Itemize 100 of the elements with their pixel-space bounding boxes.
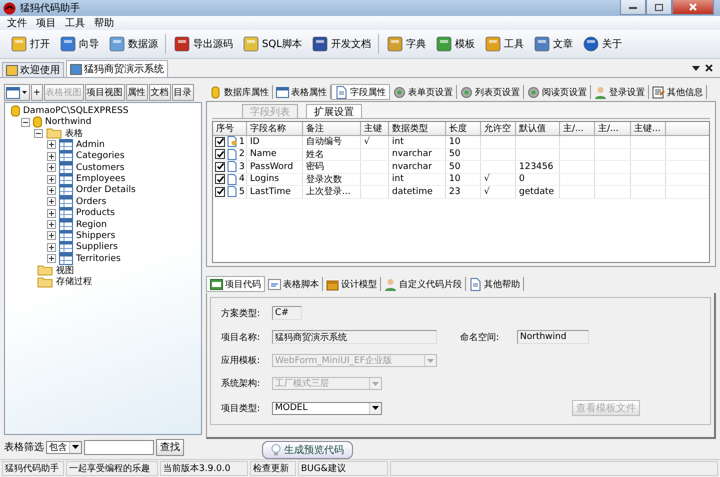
document-tab[interactable]: 欢迎使用 — [2, 62, 64, 77]
toolbar-button[interactable]: 关于 — [578, 32, 626, 56]
view-button[interactable]: 项目视图 — [84, 84, 125, 101]
toolbar-button[interactable]: SQL脚本 — [238, 32, 306, 56]
tree-item[interactable]: 存储过程 — [56, 275, 92, 288]
property-tab[interactable]: 登录设置 — [591, 85, 649, 99]
status-text[interactable]: 检查更新 — [250, 461, 296, 476]
tree-item[interactable]: Order Details — [76, 185, 136, 196]
tree-item[interactable]: Products — [76, 208, 115, 218]
tree-item[interactable]: DamaoPC\SQLEXPRESS — [23, 106, 128, 116]
tree-item[interactable]: Categories — [76, 151, 125, 162]
dropdown-icon[interactable] — [692, 66, 700, 72]
toolbar-button[interactable]: 导出源码 — [169, 32, 237, 56]
tree-item[interactable]: Territories — [76, 254, 121, 264]
expand-icon[interactable] — [47, 220, 56, 230]
status-text[interactable]: BUG&建议 — [298, 461, 388, 476]
view-button[interactable]: 属性 — [126, 84, 148, 101]
expand-icon[interactable] — [47, 231, 56, 240]
view-button[interactable]: 文档 — [148, 84, 171, 101]
generate-preview-button[interactable]: 生成预览代码 — [262, 441, 353, 459]
column-header[interactable]: 默认值 — [516, 122, 560, 135]
tree-item[interactable]: Shippers — [76, 230, 116, 241]
scheme-field[interactable]: C# — [272, 306, 302, 320]
code-tab[interactable]: 项目代码 — [206, 276, 265, 292]
project-type-dropdown[interactable]: MODEL — [272, 402, 382, 415]
column-header[interactable]: 序号 — [213, 122, 247, 135]
property-tab[interactable]: 数据库属性 — [206, 85, 273, 99]
tree-item[interactable]: Customers — [76, 162, 124, 173]
toolbar-button[interactable]: 打开 — [6, 32, 54, 56]
property-tab[interactable]: 字段属性 — [331, 84, 390, 100]
table-icon — [59, 218, 73, 231]
toolbar-button[interactable]: 向导 — [55, 32, 103, 56]
expand-icon[interactable] — [47, 174, 56, 184]
menu-item[interactable]: 帮助 — [91, 16, 117, 30]
property-tab[interactable]: 列表页设置 — [457, 85, 524, 99]
tree-item[interactable]: 表格 — [65, 126, 83, 140]
document-tab[interactable]: 猛犸商贸演示系统 — [66, 60, 168, 77]
expand-icon[interactable] — [47, 152, 56, 161]
filter-input[interactable] — [84, 440, 154, 454]
toolbar-button[interactable]: 开发文档 — [306, 32, 375, 56]
column-header[interactable]: 主/... — [595, 122, 631, 135]
property-tab[interactable]: 阅读页设置 — [524, 85, 591, 99]
filter-mode-dropdown[interactable]: 包含 — [46, 440, 82, 454]
view-menu-button[interactable] — [4, 84, 30, 101]
project-name-field[interactable]: 猛犸商贸演示系统 — [272, 330, 437, 344]
collapse-icon[interactable] — [21, 118, 30, 127]
toolbar-icon — [108, 35, 126, 53]
tree-item[interactable]: Admin — [76, 140, 105, 150]
checkbox[interactable] — [215, 174, 225, 184]
collapse-icon[interactable] — [34, 128, 43, 138]
property-tab[interactable]: 其他信息 — [649, 85, 707, 99]
close-icon[interactable] — [705, 64, 713, 72]
column-header[interactable]: 备注 — [303, 122, 361, 135]
property-tab[interactable]: 表格属性 — [273, 85, 331, 99]
toolbar-button[interactable]: 工具 — [480, 32, 528, 56]
property-tab[interactable]: 表单页设置 — [390, 85, 457, 99]
expand-icon[interactable] — [47, 254, 56, 264]
code-tab[interactable]: 表格脚本 — [265, 277, 323, 292]
view-button[interactable]: + — [31, 84, 43, 101]
tree-item[interactable]: Suppliers — [76, 242, 118, 252]
close-button[interactable] — [672, 0, 714, 15]
toolbar-button[interactable]: 模板 — [430, 32, 479, 56]
checkbox[interactable] — [215, 162, 225, 172]
expand-icon[interactable] — [47, 197, 56, 206]
toolbar-button[interactable]: 字典 — [382, 32, 430, 56]
code-tab[interactable]: 其他帮助 — [466, 277, 524, 292]
column-header[interactable]: 数据类型 — [389, 122, 446, 135]
menu-item[interactable]: 工具 — [62, 16, 88, 30]
checkbox[interactable] — [215, 186, 225, 197]
menu-item[interactable]: 项目 — [33, 16, 59, 30]
code-tab[interactable]: 自定义代码片段 — [381, 277, 466, 292]
tree-item[interactable]: Employees — [76, 174, 126, 184]
column-header[interactable]: 主键 — [361, 122, 389, 135]
tree-item[interactable]: 视图 — [56, 264, 74, 277]
expand-icon[interactable] — [47, 186, 56, 195]
view-button[interactable]: 目录 — [172, 84, 194, 101]
sub-tab[interactable]: 扩展设置 — [306, 104, 362, 118]
code-tab[interactable]: 设计模型 — [323, 277, 381, 292]
column-header[interactable]: 主/... — [560, 122, 595, 135]
expand-icon[interactable] — [47, 163, 56, 172]
tree-item[interactable]: Orders — [76, 196, 106, 207]
checkbox[interactable] — [215, 149, 225, 160]
checkbox[interactable] — [215, 136, 225, 147]
maximize-button[interactable] — [646, 0, 672, 15]
column-header[interactable]: 字段名称 — [247, 122, 303, 135]
search-button[interactable]: 查找 — [156, 438, 184, 456]
toolbar-button[interactable]: 数据源 — [104, 32, 162, 56]
column-header[interactable]: 长度 — [446, 122, 481, 135]
namespace-field[interactable]: Northwind — [517, 330, 589, 344]
database-icon — [33, 116, 42, 128]
column-header[interactable]: 允许空 — [481, 122, 516, 135]
menu-item[interactable]: 文件 — [4, 16, 30, 30]
expand-icon[interactable] — [47, 140, 56, 150]
toolbar-button[interactable]: 文章 — [528, 32, 577, 56]
expand-icon[interactable] — [47, 208, 56, 218]
tree-item[interactable]: Region — [76, 220, 107, 230]
tree-item[interactable]: Northwind — [45, 117, 92, 128]
minimize-button[interactable] — [620, 0, 646, 15]
expand-icon[interactable] — [47, 242, 56, 252]
column-header[interactable]: 主键... — [631, 122, 666, 135]
